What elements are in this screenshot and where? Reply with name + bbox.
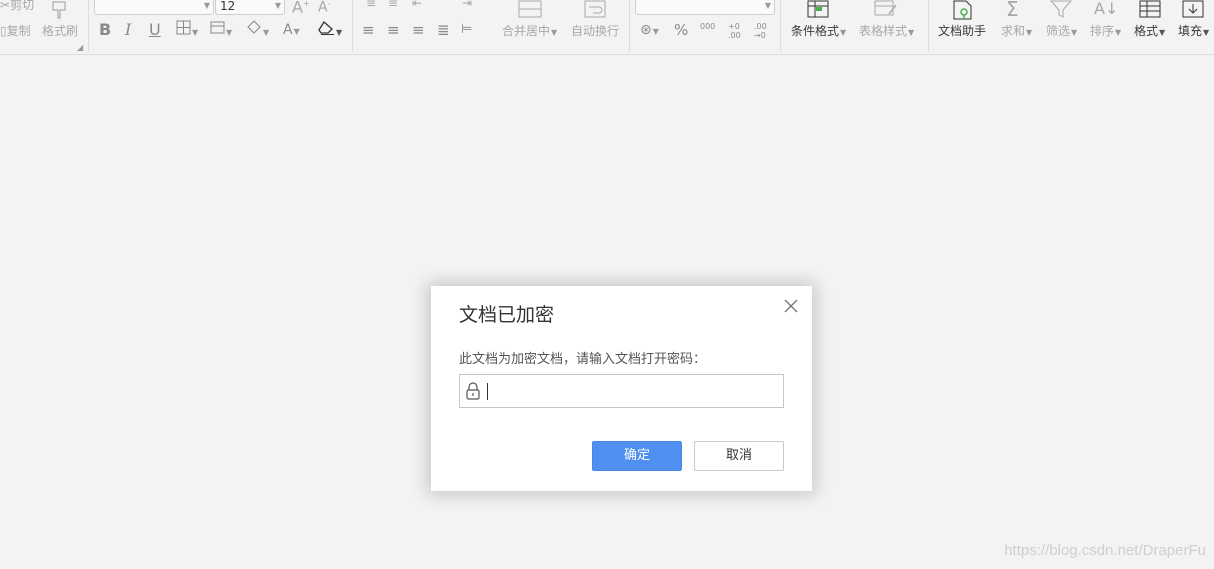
justify-icon[interactable]: ≣ — [437, 20, 450, 40]
sum-icon: Σ — [1006, 0, 1019, 21]
group-expand-icon[interactable]: ◢ — [77, 41, 83, 54]
percent-button[interactable]: % — [674, 20, 688, 40]
password-input[interactable] — [486, 377, 776, 405]
copy-button[interactable]: ▯复制 — [0, 24, 31, 38]
increase-decimal-button[interactable]: +0 .00 — [728, 22, 746, 40]
copy-icon: ▯ — [0, 24, 7, 38]
merge-center-button[interactable]: 合并居中▼ — [502, 24, 557, 40]
sort-button[interactable]: 排序▼ — [1090, 24, 1121, 40]
indent-decrease-icon[interactable]: ⇤ — [412, 0, 422, 10]
dialog-title: 文档已加密 — [459, 304, 555, 326]
align-right-icon[interactable]: ≡ — [412, 20, 425, 40]
text-cursor — [487, 383, 488, 400]
separator — [629, 0, 630, 52]
border-icon[interactable]: ▼ — [176, 20, 198, 43]
chevron-down-icon: ▼ — [203, 1, 210, 10]
distributed-align-icon[interactable]: ⊨ — [461, 20, 472, 40]
dialog-message: 此文档为加密文档，请输入文档打开密码： — [459, 352, 707, 367]
filter-icon — [1049, 0, 1073, 22]
underline-icon[interactable]: U — [149, 20, 161, 40]
fill-button[interactable]: 填充▼ — [1178, 24, 1209, 40]
cut-icon: ✂ — [0, 0, 11, 12]
doc-assistant-icon — [952, 0, 974, 24]
sum-button[interactable]: 求和▼ — [1001, 24, 1032, 40]
conditional-format-icon — [807, 0, 829, 22]
align-middle-icon[interactable]: ≡ — [388, 0, 398, 10]
number-format-select[interactable]: ▼ — [635, 0, 775, 15]
separator — [88, 0, 89, 52]
watermark: https://blog.csdn.net/DraperFu — [1004, 542, 1206, 559]
doc-assistant-button[interactable]: 文档助手 — [938, 24, 986, 38]
password-dialog: 文档已加密 此文档为加密文档，请输入文档打开密码： 确定 取消 — [431, 286, 812, 491]
bold-icon[interactable]: B — [99, 20, 111, 40]
ok-button[interactable]: 确定 — [592, 441, 682, 471]
decrease-decimal-button[interactable]: .00 →0 — [754, 22, 772, 40]
table-style-icon — [874, 0, 898, 22]
fill-icon — [1182, 0, 1204, 22]
increase-font-icon[interactable]: A+ — [292, 0, 310, 15]
currency-icon[interactable]: ⊛▼ — [640, 20, 659, 42]
ribbon-toolbar: ✂剪切 ▯复制 格式刷 ◢ ▼ 12 ▼ A+ A- B I U ▼ ▼ ▼ A… — [0, 0, 1214, 55]
font-color-icon[interactable]: A▼ — [283, 20, 300, 42]
table-style-button[interactable]: 表格样式▼ — [859, 24, 914, 40]
separator — [352, 0, 353, 52]
indent-increase-icon[interactable]: ⇥ — [462, 0, 472, 10]
format-painter-button[interactable]: 格式刷 — [42, 24, 78, 38]
thousands-button[interactable]: 000 — [700, 22, 715, 31]
italic-icon[interactable]: I — [125, 20, 131, 40]
font-name-select[interactable]: ▼ — [94, 0, 214, 15]
chevron-down-icon: ▼ — [274, 1, 281, 10]
sort-icon: A↓ — [1094, 0, 1119, 18]
merge-center-icon — [518, 0, 542, 22]
format-button[interactable]: 格式▼ — [1134, 24, 1165, 40]
chevron-down-icon: ▼ — [764, 1, 771, 10]
conditional-format-button[interactable]: 条件格式▼ — [791, 24, 846, 40]
cut-button[interactable]: ✂剪切 — [0, 0, 34, 12]
cancel-button[interactable]: 取消 — [694, 441, 784, 471]
password-field[interactable] — [459, 374, 784, 408]
align-top-icon[interactable]: ≡ — [366, 0, 376, 10]
wrap-text-icon — [584, 0, 606, 22]
separator — [928, 0, 929, 52]
filter-button[interactable]: 筛选▼ — [1046, 24, 1077, 40]
format-icon — [1139, 0, 1161, 22]
font-size-select[interactable]: 12 ▼ — [215, 0, 285, 15]
align-left-icon[interactable]: ≡ — [362, 20, 375, 40]
wrap-text-button[interactable]: 自动换行 — [571, 24, 619, 38]
separator — [780, 0, 781, 52]
close-icon[interactable] — [782, 297, 800, 315]
fill-color-icon[interactable]: ▼ — [246, 20, 269, 43]
align-center-icon[interactable]: ≡ — [387, 20, 400, 40]
decrease-font-icon[interactable]: A- — [318, 0, 330, 15]
format-painter-icon — [50, 0, 70, 24]
cell-style-icon[interactable]: ▼ — [210, 20, 232, 43]
eraser-icon[interactable]: ▼ — [318, 20, 342, 43]
lock-icon — [465, 382, 481, 404]
